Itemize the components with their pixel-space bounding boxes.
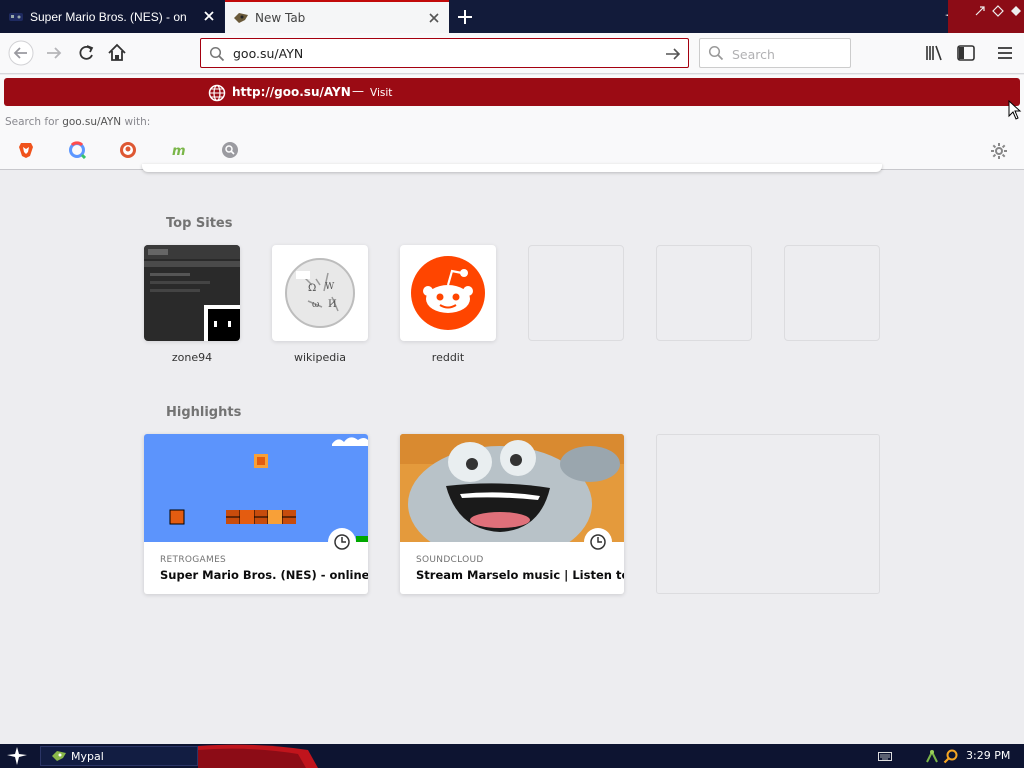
close-tab-icon[interactable] [427,11,441,25]
highlight-source: SOUNDCLOUD [416,555,484,565]
new-tab-plus-icon[interactable] [456,8,474,26]
taskbar-decoration [198,744,318,768]
sidebar-icon[interactable] [956,43,976,63]
back-arrow-icon[interactable] [8,40,34,66]
home-icon[interactable] [105,41,129,65]
mario-thumbnail [144,434,368,542]
window-controls [948,0,1024,33]
taskbar: Mypal 3:29 PM [0,744,1024,768]
search-engine-icon[interactable] [221,141,239,159]
close-window-icon[interactable] [1010,5,1022,17]
search-placeholder: Search [732,47,775,62]
top-site-tile[interactable] [144,245,240,341]
page-search-box[interactable] [142,164,882,172]
duckduckgo-icon[interactable] [119,141,137,159]
highlight-card[interactable]: RETROGAMES Super Mario Bros. (NES) - onl… [144,434,368,594]
suggestion-url: http://goo.su/AYN [232,85,351,99]
wikipedia-logo-icon: Ω W И ω [285,258,355,328]
globe-icon [208,84,226,102]
svg-text:W: W [325,282,335,292]
clock-icon [328,528,356,556]
mypal-favicon-icon [234,12,248,23]
mojeek-icon[interactable]: m [170,141,188,159]
highlights-heading: Highlights [166,405,242,420]
reload-icon[interactable] [74,41,98,65]
top-site-tile[interactable]: Ω W И ω [272,245,368,341]
top-site-empty[interactable] [656,245,752,341]
top-site-zone94[interactable]: zone94 [144,245,240,364]
search-tray-icon[interactable] [943,748,959,764]
top-site-label: reddit [431,351,465,364]
reddit-logo-icon [411,256,485,330]
top-site-empty[interactable] [784,245,880,341]
tab-super-mario[interactable]: Super Mario Bros. (NES) - online game [0,0,224,33]
suggestion-separator: — [352,84,364,98]
soundcloud-thumbnail [400,434,624,542]
tab-new-tab[interactable]: New Tab [225,0,449,33]
go-arrow-icon[interactable] [664,45,682,63]
tab-title: New Tab [255,10,306,25]
highlight-card[interactable]: SOUNDCLOUD Stream Marselo music | Listen… [400,434,624,594]
top-site-wikipedia[interactable]: Ω W И ω wikipedia [272,245,368,364]
top-site-label: wikipedia [293,351,346,364]
keyboard-icon[interactable] [878,752,892,761]
svg-text:m: m [172,144,186,159]
svg-text:Ω: Ω [308,283,316,294]
tab-title: Super Mario Bros. (NES) - online game [30,9,186,24]
mouse-cursor-icon [1008,100,1022,120]
hamburger-menu-icon[interactable] [995,43,1015,63]
highlight-title: Stream Marselo music | Listen to... [416,568,624,582]
empty-tile[interactable] [784,245,880,341]
top-site-tile[interactable] [400,245,496,341]
search-icon [209,46,225,62]
highlight-source: RETROGAMES [160,555,227,565]
library-icon[interactable] [924,43,944,63]
clock-icon [584,528,612,556]
top-sites-heading: Top Sites [166,216,233,231]
taskbar-item-label: Mypal [71,750,104,763]
maximize-icon[interactable] [992,5,1004,17]
new-tab-page: Top Sites zone94 Ω W И ω wikipedia reddi… [0,164,1024,744]
url-input[interactable]: goo.su/AYN [233,46,303,61]
taskbar-item-mypal[interactable]: Mypal [40,746,198,766]
close-tab-icon[interactable] [202,9,216,23]
svg-text:И: И [328,299,337,310]
search-with-label: Search for goo.su/AYN with: [5,116,151,128]
network-icon[interactable] [925,748,939,764]
urlbar-dropdown: http://goo.su/AYN — Visit Search for goo… [0,75,1024,170]
mario-favicon-icon [9,12,23,21]
zone94-thumbnail [144,245,240,341]
navigation-toolbar: goo.su/AYN Search [0,33,1024,74]
search-field[interactable]: Search [699,38,851,68]
top-site-label: zone94 [171,351,213,364]
url-bar[interactable]: goo.su/AYN [200,38,689,68]
suggestion-action: Visit [370,87,393,99]
mypal-app-icon [52,751,66,761]
top-site-reddit[interactable]: reddit [400,245,496,364]
gear-icon[interactable] [989,141,1009,161]
taskbar-clock: 3:29 PM [966,749,1011,762]
start-star-icon[interactable] [6,746,28,766]
svg-text:ω: ω [312,300,319,310]
empty-tile[interactable] [528,245,624,341]
minimize-icon[interactable] [974,5,986,17]
tab-strip: Super Mario Bros. (NES) - online game Ne… [0,0,1024,33]
empty-tile[interactable] [656,245,752,341]
highlight-title: Super Mario Bros. (NES) - online ... [160,568,368,582]
highlight-card-empty [656,434,880,594]
forward-arrow-icon[interactable] [42,41,66,65]
brave-icon[interactable] [17,141,35,159]
qwant-icon[interactable] [68,141,86,159]
top-site-empty[interactable] [528,245,624,341]
url-suggestion-row[interactable]: http://goo.su/AYN — Visit [4,78,1020,106]
search-icon [708,45,724,61]
